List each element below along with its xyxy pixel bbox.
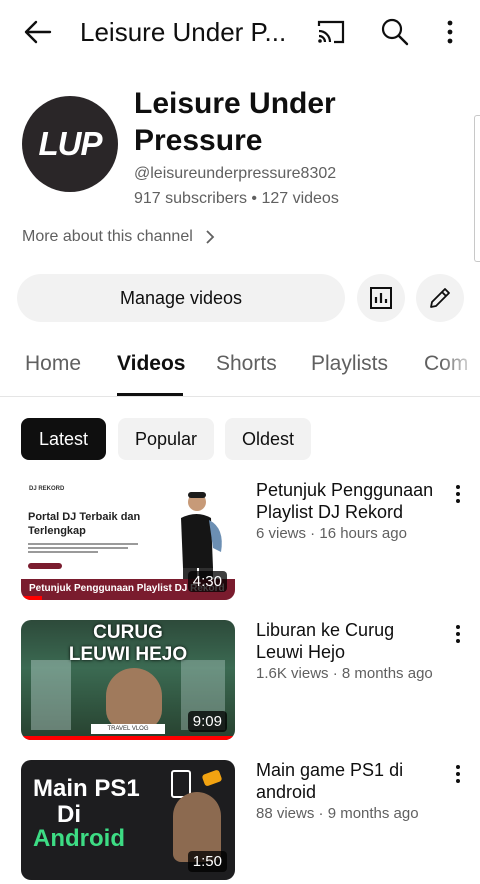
watch-progress-bar — [21, 736, 235, 740]
manage-videos-label: Manage videos — [119, 287, 243, 308]
video-more-icon[interactable] — [452, 624, 464, 644]
tab-home[interactable]: Home — [25, 352, 81, 376]
duration-badge: 1:50 — [187, 851, 227, 872]
video-thumbnail[interactable]: DJ REKORD Portal DJ Terbaik dan Terlengk… — [21, 480, 235, 600]
chevron-right-icon — [206, 230, 215, 244]
cast-icon[interactable] — [316, 19, 346, 45]
tab-videos[interactable]: Videos — [117, 352, 185, 376]
thumb-line3: Android — [33, 825, 125, 852]
tab-active-indicator — [117, 393, 183, 396]
channel-name: Leisure Under Pressure — [134, 87, 336, 157]
video-item[interactable]: Main PS1 Di Android 1:50 Main game PS1 d… — [0, 760, 480, 884]
channel-tabs: Home Videos Shorts Playlists Com — [0, 340, 480, 397]
thumb-headline-line2: LEUWI HEJO — [68, 644, 188, 665]
analytics-icon — [370, 287, 392, 309]
channel-stats: 917 subscribers • 127 videos — [134, 190, 339, 207]
video-title[interactable]: Main game PS1 di android — [256, 759, 446, 803]
thumb-headline: Portal DJ Terbaik dan Terlengkap — [28, 511, 141, 537]
video-item[interactable]: DJ REKORD Portal DJ Terbaik dan Terlengk… — [0, 480, 480, 604]
video-thumbnail[interactable]: CURUG LEUWI HEJO TRAVEL VLOG 9:09 — [21, 620, 235, 740]
thumb-body-lines — [28, 543, 138, 553]
tab-shorts[interactable]: Shorts — [216, 352, 277, 376]
video-meta: 6 views · 16 hours ago — [256, 525, 407, 542]
duration-badge: 4:30 — [187, 571, 227, 592]
thumb-headline: CURUG LEUWI HEJO — [21, 622, 235, 666]
scroll-indicator[interactable] — [474, 115, 480, 262]
search-icon[interactable] — [380, 17, 410, 47]
video-meta: 88 views · 9 months ago — [256, 805, 419, 822]
thumb-headline-line1: CURUG — [93, 622, 163, 643]
tabs-fade — [440, 340, 480, 395]
thumb-brand: DJ REKORD — [29, 486, 65, 492]
more-vert-icon[interactable] — [440, 18, 460, 46]
thumb-tag: TRAVEL VLOG — [91, 724, 165, 734]
more-about-link[interactable]: More about this channel — [22, 228, 215, 246]
watch-progress-bar — [21, 596, 43, 600]
video-meta: 1.6K views · 8 months ago — [256, 665, 433, 682]
video-item[interactable]: CURUG LEUWI HEJO TRAVEL VLOG 9:09 Libura… — [0, 620, 480, 744]
tab-playlists[interactable]: Playlists — [311, 352, 388, 376]
edit-channel-button[interactable] — [416, 274, 464, 322]
thumb-line1: Main PS1 — [33, 775, 140, 802]
video-thumbnail[interactable]: Main PS1 Di Android 1:50 — [21, 760, 235, 880]
thumb-waterfall-left — [31, 660, 71, 730]
free-badge — [201, 769, 223, 787]
pencil-icon — [430, 288, 450, 308]
channel-logo: LUP — [38, 125, 103, 162]
video-title[interactable]: Petunjuk Penggunaan Playlist DJ Rekord — [256, 479, 446, 523]
video-more-icon[interactable] — [452, 484, 464, 504]
thumb-face — [106, 668, 162, 730]
back-arrow-icon[interactable] — [22, 18, 52, 46]
filter-oldest-chip[interactable]: Oldest — [225, 418, 311, 460]
page-title: Leisure Under P... — [80, 17, 287, 47]
more-about-label: More about this channel — [22, 228, 193, 245]
video-title[interactable]: Liburan ke Curug Leuwi Hejo — [256, 619, 446, 663]
filter-popular-chip[interactable]: Popular — [118, 418, 214, 460]
thumb-cta-pill — [28, 563, 62, 569]
manage-videos-button[interactable]: Manage videos — [17, 274, 345, 322]
video-more-icon[interactable] — [452, 764, 464, 784]
channel-handle: @leisureunderpressure8302 — [134, 165, 337, 182]
filter-latest-chip[interactable]: Latest — [21, 418, 106, 460]
top-app-bar: Leisure Under P... — [0, 0, 480, 64]
duration-badge: 9:09 — [187, 711, 227, 732]
analytics-button[interactable] — [357, 274, 405, 322]
presenter-figure — [181, 492, 222, 582]
channel-avatar[interactable]: LUP — [22, 96, 118, 192]
